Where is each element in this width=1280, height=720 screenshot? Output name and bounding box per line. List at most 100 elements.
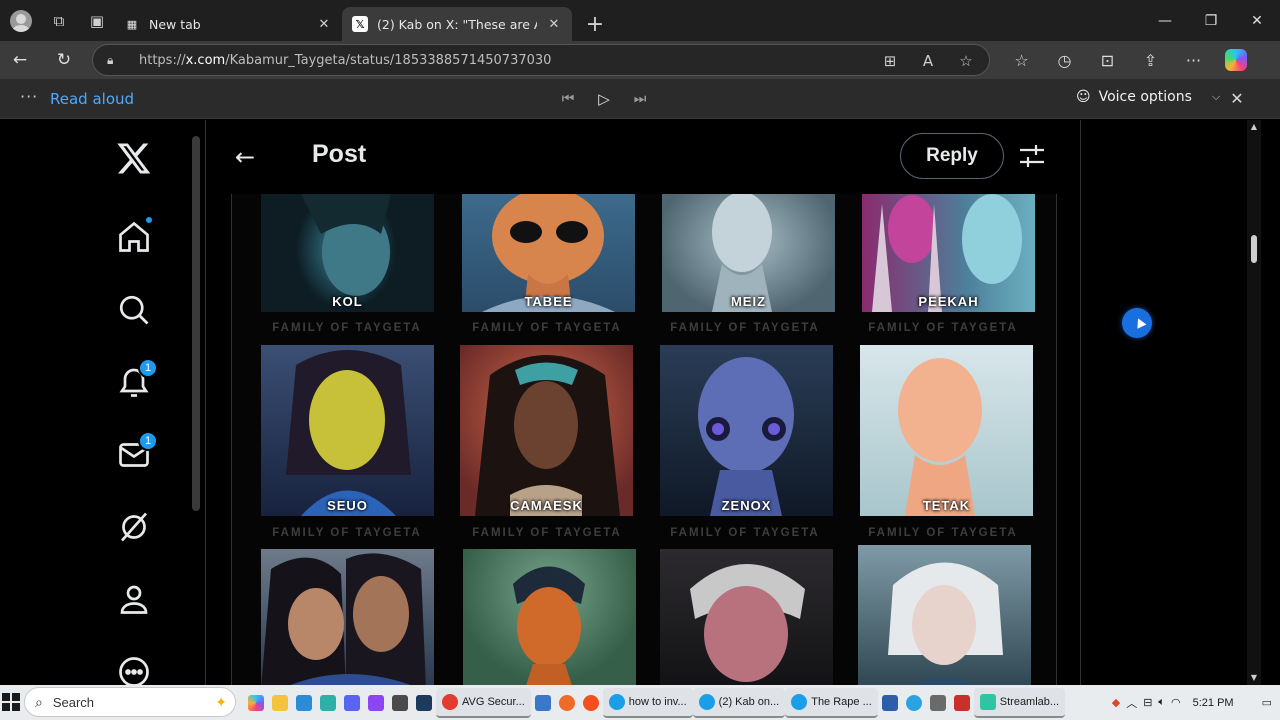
url-prefix: https:// <box>139 52 186 68</box>
new-tab-button[interactable]: + <box>578 7 612 41</box>
back-arrow-icon[interactable]: ← <box>228 142 262 172</box>
portrait-name: CAMAESK <box>510 498 583 513</box>
taskbar-clock[interactable]: 5:21 PM <box>1193 697 1234 709</box>
previous-paragraph-icon[interactable]: ⏮︎ <box>556 87 580 111</box>
page-scrollbar[interactable]: ▲ ▼ <box>1247 120 1261 685</box>
home-icon[interactable] <box>110 213 158 261</box>
portrait-pink-being[interactable] <box>660 549 833 685</box>
restore-button[interactable]: ❐ <box>1188 0 1234 41</box>
document-icon[interactable] <box>950 688 974 718</box>
post-media-grid[interactable]: KOL TABEE MEIZ PEEKAH FAMILY OF TAYGETA … <box>231 194 1057 685</box>
tab-x-post[interactable]: 𝕏 (2) Kab on X: "These are AI repres ✕ <box>342 7 572 41</box>
portrait-white-child[interactable] <box>858 545 1031 685</box>
reply-button[interactable]: Reply <box>900 133 1004 179</box>
app-icon-monitor[interactable] <box>531 688 555 718</box>
notification-center-icon[interactable]: ▭ <box>1262 696 1272 709</box>
portrait-camaesk[interactable]: CAMAESK <box>460 345 633 516</box>
family-caption: FAMILY OF TAYGETA <box>272 527 422 539</box>
share-icon[interactable]: ⇪ <box>1129 43 1172 77</box>
taskbar-app-avg[interactable]: AVG Secur... <box>436 688 531 718</box>
taskbar-app-streamlabs[interactable]: Streamlab... <box>973 688 1066 718</box>
new-tab-favicon-icon: ▦ <box>126 17 138 31</box>
taskbar-app-edge-2[interactable]: (2) Kab on... <box>692 688 786 718</box>
profile-person-icon[interactable] <box>110 575 158 623</box>
screenshot-icon[interactable]: ⊡ <box>1086 43 1129 77</box>
app-icon-blue[interactable] <box>292 688 316 718</box>
discord-icon[interactable] <box>340 688 364 718</box>
telegram-icon[interactable] <box>902 688 926 718</box>
notifications-bell-icon[interactable]: 1 <box>110 358 158 406</box>
close-window-button[interactable]: ✕ <box>1234 0 1280 41</box>
scroll-down-icon[interactable]: ▼ <box>1249 673 1259 683</box>
tab-label: (2) Kab on X: "These are AI repres <box>377 16 537 32</box>
portrait-peekah[interactable]: PEEKAH <box>862 194 1035 312</box>
portrait-zenox[interactable]: ZENOX <box>660 345 833 516</box>
taskbar-app-edge-3[interactable]: The Rape ... <box>785 688 878 718</box>
next-paragraph-icon[interactable]: ⏭︎ <box>628 87 652 111</box>
page-title: Post <box>312 140 367 168</box>
twitch-icon[interactable] <box>364 688 388 718</box>
portrait-meiz[interactable]: MEIZ <box>662 194 835 312</box>
taskbar-search[interactable]: ⌕ Search ✦ <box>24 687 236 717</box>
portrait-camaesk-art <box>475 355 620 516</box>
app-icon-dark[interactable] <box>388 688 412 718</box>
copilot-icon[interactable] <box>1225 49 1247 71</box>
shield-app-icon[interactable] <box>878 688 902 718</box>
taskbar-apps: AVG Secur... how to inv... (2) Kab on...… <box>244 688 1066 718</box>
favorites-icon[interactable]: ☆ <box>1000 43 1043 77</box>
workspaces-icon[interactable]: ⧉ <box>42 4 76 38</box>
network-icon[interactable]: ⊟ <box>1143 696 1152 709</box>
messages-envelope-icon[interactable]: 1 <box>110 431 158 479</box>
portrait-kol[interactable]: KOL <box>261 194 434 312</box>
portrait-tetak[interactable]: TETAK <box>860 345 1033 516</box>
app-icon-teal[interactable] <box>316 688 340 718</box>
favorite-star-icon[interactable]: ☆ <box>953 49 979 73</box>
tab-new-tab[interactable]: ▦ New tab ✕ <box>114 7 342 41</box>
messages-count-badge: 1 <box>138 431 158 451</box>
address-bar[interactable]: 🔒︎ https://x.com/Kabamur_Taygeta/status/… <box>92 44 990 76</box>
wifi-icon[interactable]: ◠ <box>1171 696 1181 709</box>
copilot-app-icon[interactable] <box>244 688 268 718</box>
more-circle-icon[interactable] <box>110 648 158 685</box>
portrait-couple[interactable] <box>261 549 434 685</box>
post-column: ← Post Reply KOL TABEE MEIZ PEEKAH FAMIL… <box>205 120 1081 685</box>
file-explorer-icon[interactable] <box>268 688 292 718</box>
back-button[interactable]: ← <box>0 43 40 77</box>
scrollbar-thumb[interactable] <box>1251 235 1257 263</box>
read-aloud-menu-icon[interactable]: ··· <box>20 87 38 106</box>
app-icon-graph[interactable] <box>926 688 950 718</box>
portrait-orange-alien[interactable] <box>463 549 636 685</box>
read-aloud-icon[interactable]: A <box>915 49 941 73</box>
tab-actions-icon[interactable]: ▣ <box>80 4 114 38</box>
close-read-aloud-icon[interactable]: ✕ <box>1226 87 1248 109</box>
grok-icon[interactable] <box>110 503 158 551</box>
app-available-icon[interactable]: ⊞ <box>877 49 903 73</box>
steam-icon[interactable] <box>412 688 436 718</box>
close-tab-icon[interactable]: ✕ <box>316 17 332 32</box>
portrait-seuo[interactable]: SEUO <box>261 345 434 516</box>
filter-sliders-icon[interactable] <box>1016 142 1048 170</box>
close-tab-icon[interactable]: ✕ <box>546 17 562 32</box>
minimize-button[interactable]: — <box>1142 0 1188 41</box>
start-windows-icon[interactable] <box>2 693 20 711</box>
sidebar-scrollbar[interactable] <box>192 136 200 511</box>
explore-search-icon[interactable] <box>110 286 158 334</box>
brave-tray-icon[interactable]: ◆ <box>1112 696 1120 709</box>
scroll-up-icon[interactable]: ▲ <box>1249 122 1259 132</box>
profile-button[interactable] <box>4 4 38 38</box>
settings-more-icon[interactable]: ··· <box>1172 43 1215 77</box>
play-icon[interactable]: ▷ <box>592 87 616 111</box>
portrait-tabee[interactable]: TABEE <box>462 194 635 312</box>
firefox-icon[interactable] <box>555 688 579 718</box>
brave-like-icon[interactable] <box>579 688 603 718</box>
taskbar-app-edge-1[interactable]: how to inv... <box>602 688 693 718</box>
volume-icon[interactable]: 🔈︎ <box>1158 696 1165 709</box>
portrait-name: PEEKAH <box>918 294 979 309</box>
chevron-up-icon[interactable]: ︿ <box>1126 695 1137 711</box>
x-logo-icon[interactable] <box>110 134 158 182</box>
taskbar-app-label: AVG Secur... <box>462 696 525 708</box>
history-icon[interactable]: ◷ <box>1043 43 1086 77</box>
refresh-button[interactable]: ↻ <box>44 43 84 77</box>
voice-options-button[interactable]: ☺ Voice options ⌵ <box>1076 89 1220 105</box>
portrait-white-child-art <box>888 562 1003 685</box>
